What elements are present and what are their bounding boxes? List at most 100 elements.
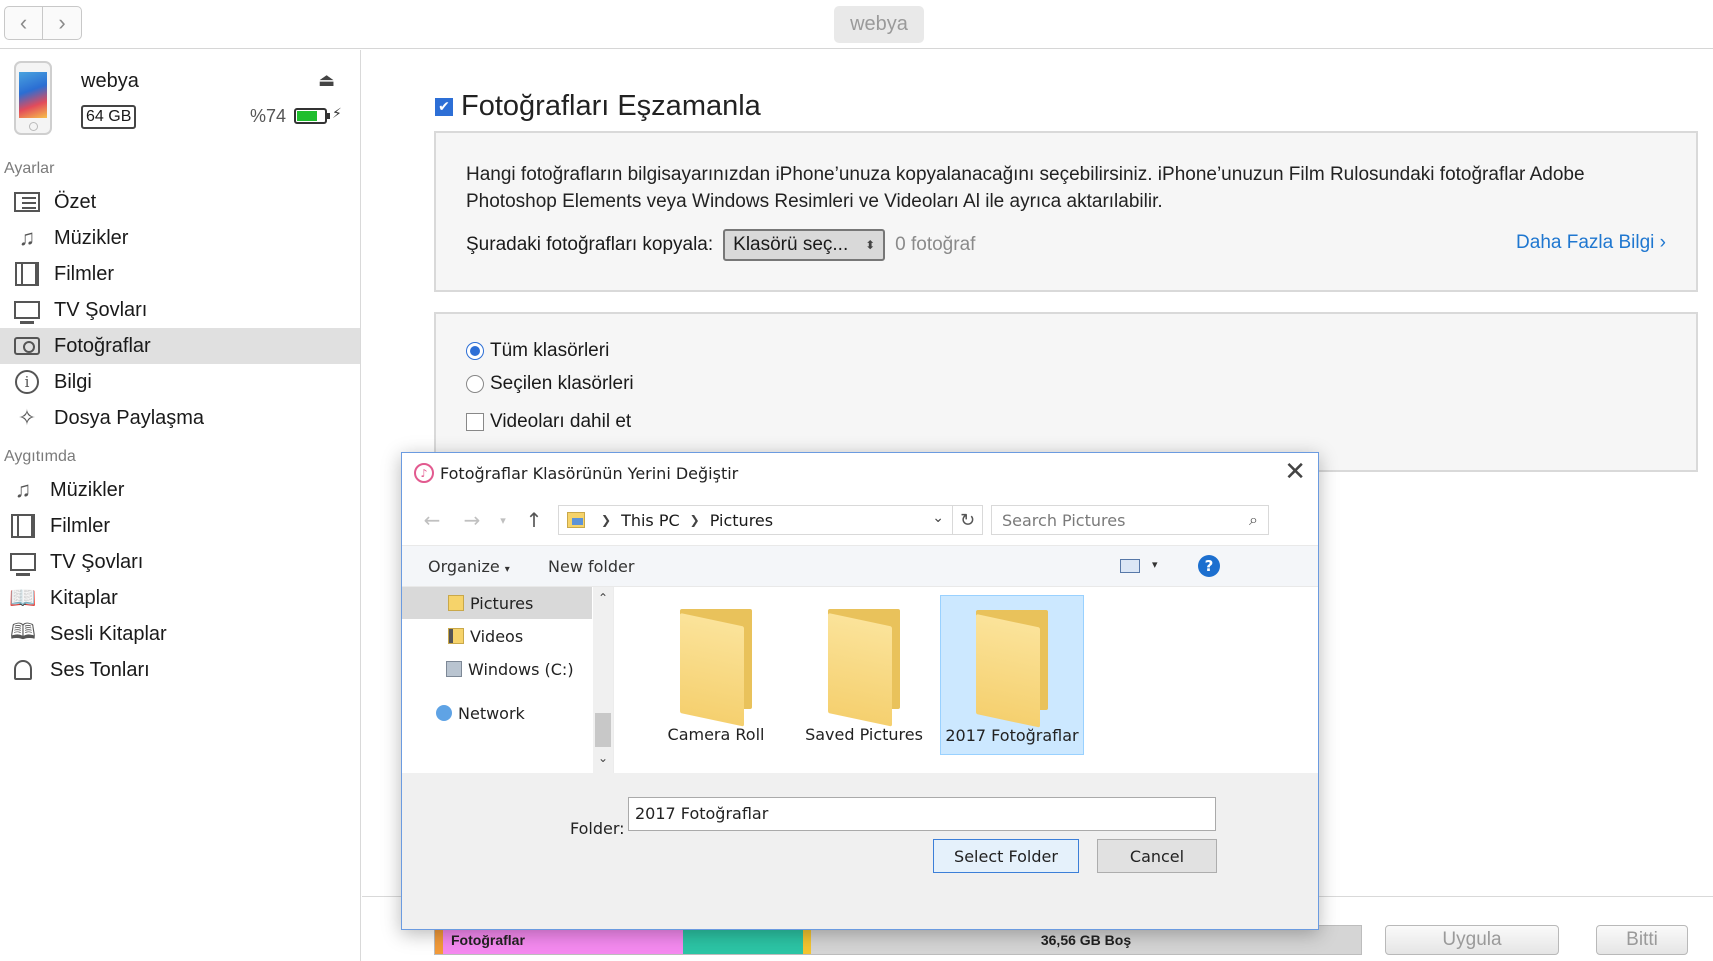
scroll-up-icon[interactable]: ⌃ bbox=[593, 591, 613, 605]
folder-icon bbox=[680, 609, 752, 727]
done-button[interactable]: Bitti bbox=[1596, 925, 1688, 955]
itunes-window: ‹ › webya webya 64 GB ⏏ %74 ⚡ Ayarlar Öz… bbox=[0, 0, 1713, 961]
address-row: ← → ▾ ↑ ❯ This PC ❯ Pictures ⌄ ↻ Search … bbox=[412, 505, 1310, 535]
view-options-icon[interactable] bbox=[1120, 559, 1140, 573]
photo-count: 0 fotoğraf bbox=[895, 234, 976, 255]
all-folders-radio[interactable] bbox=[466, 342, 484, 360]
device-item-tv-shows[interactable]: TV Şovları bbox=[0, 544, 360, 580]
recent-dropdown-icon[interactable]: ▾ bbox=[492, 514, 514, 527]
nav-item-pictures[interactable]: Pictures bbox=[402, 587, 592, 619]
sidebar-item-movies[interactable]: Filmler bbox=[0, 256, 360, 292]
title-bar: ‹ › webya bbox=[0, 0, 1713, 49]
nav-item-network[interactable]: Network bbox=[436, 697, 525, 729]
folder-camera-roll[interactable]: Camera Roll bbox=[644, 595, 788, 755]
battery-icon bbox=[294, 108, 327, 124]
sidebar-item-label: Ses Tonları bbox=[50, 658, 150, 681]
nav-item-videos[interactable]: Videos bbox=[448, 620, 523, 652]
settings-list: Özet ♫ Müzikler Filmler TV Şovları Fotoğr… bbox=[0, 184, 360, 436]
device-item-tones[interactable]: Ses Tonları bbox=[0, 652, 360, 688]
eject-icon[interactable]: ⏏ bbox=[318, 70, 335, 91]
camera-icon bbox=[12, 331, 42, 361]
organize-menu[interactable]: Organize ▾ bbox=[428, 557, 510, 576]
file-list: Camera Roll Saved Pictures 2017 Fotoğraf… bbox=[616, 587, 1316, 773]
on-device-section-label: Aygıtımda bbox=[4, 448, 76, 465]
device-item-audiobooks[interactable]: 🕮 Sesli Kitaplar bbox=[0, 616, 360, 652]
sidebar-item-label: Sesli Kitaplar bbox=[50, 622, 167, 645]
device-pill[interactable]: webya bbox=[834, 6, 924, 43]
sync-description: Hangi fotoğrafların bilgisayarınızdan iP… bbox=[466, 164, 1585, 212]
sidebar-item-music[interactable]: ♫ Müzikler bbox=[0, 220, 360, 256]
info-icon: i bbox=[12, 367, 42, 397]
arrow-up-icon[interactable]: ↑ bbox=[514, 508, 554, 532]
videos-folder-icon bbox=[448, 628, 464, 644]
folder-options-panel: Tüm klasörleri Seçilen klasörleri Videol… bbox=[434, 312, 1698, 472]
sidebar-item-summary[interactable]: Özet bbox=[0, 184, 360, 220]
selected-folders-label: Seçilen klasörleri bbox=[490, 373, 634, 394]
tv-icon bbox=[12, 295, 42, 325]
refresh-icon[interactable]: ↻ bbox=[953, 505, 983, 535]
breadcrumb-this-pc[interactable]: This PC bbox=[621, 511, 680, 530]
folder-name-input[interactable]: 2017 Fotoğraflar bbox=[628, 797, 1216, 831]
dialog-footer: Folder: 2017 Fotoğraflar Select Folder C… bbox=[402, 773, 1318, 929]
scroll-thumb[interactable] bbox=[595, 713, 611, 747]
new-folder-button[interactable]: New folder bbox=[548, 557, 634, 576]
sidebar-item-label: Müzikler bbox=[50, 478, 125, 501]
arrow-left-icon[interactable]: ← bbox=[412, 508, 452, 532]
storage-segment-free: 36,56 GB Boş bbox=[811, 926, 1361, 954]
charging-icon: ⚡ bbox=[332, 105, 342, 121]
device-item-music[interactable]: ♫ Müzikler bbox=[0, 472, 360, 508]
device-name: webya bbox=[81, 70, 139, 92]
chevron-right-icon: › bbox=[58, 10, 66, 35]
sidebar-item-file-sharing[interactable]: ✧ Dosya Paylaşma bbox=[0, 400, 360, 436]
more-info-link[interactable]: Daha Fazla Bilgi › bbox=[1516, 232, 1666, 254]
nav-item-windows-drive[interactable]: Windows (C:) bbox=[446, 653, 574, 685]
folder-select[interactable]: Klasörü seç... ⬍ bbox=[723, 229, 886, 261]
sidebar-item-label: Fotoğraflar bbox=[54, 334, 151, 357]
sidebar-item-label: TV Şovları bbox=[54, 298, 148, 321]
sidebar-item-label: Dosya Paylaşma bbox=[54, 406, 205, 429]
arrow-right-icon[interactable]: → bbox=[452, 508, 492, 532]
apply-button[interactable]: Uygula bbox=[1385, 925, 1559, 955]
sidebar-item-label: Filmler bbox=[50, 514, 110, 537]
device-item-books[interactable]: 📖 Kitaplar bbox=[0, 580, 360, 616]
copy-source-label: Şuradaki fotoğrafları kopyala: bbox=[466, 234, 714, 255]
back-button[interactable]: ‹ bbox=[4, 6, 43, 40]
sync-photos-checkbox[interactable]: ✔ bbox=[435, 97, 453, 116]
itunes-icon: ♪ bbox=[414, 463, 434, 483]
navigation-pane: Pictures Videos Windows (C:) Network ⌃ ⌄ bbox=[402, 587, 614, 773]
bell-icon bbox=[8, 655, 38, 685]
sidebar-item-label: Bilgi bbox=[54, 370, 92, 393]
folder-2017-photos[interactable]: 2017 Fotoğraflar bbox=[940, 595, 1084, 755]
sidebar-item-label: Müzikler bbox=[54, 226, 129, 249]
breadcrumb-pictures[interactable]: Pictures bbox=[710, 511, 773, 530]
all-folders-option[interactable]: Tüm klasörleri bbox=[466, 340, 609, 362]
sidebar-item-info[interactable]: i Bilgi bbox=[0, 364, 360, 400]
close-icon[interactable]: ✕ bbox=[1284, 457, 1306, 487]
include-videos-checkbox[interactable] bbox=[466, 413, 484, 431]
cancel-button[interactable]: Cancel bbox=[1097, 839, 1217, 873]
device-item-movies[interactable]: Filmler bbox=[0, 508, 360, 544]
app-store-icon: ✧ bbox=[17, 405, 37, 430]
selected-folders-radio[interactable] bbox=[466, 375, 484, 393]
help-icon[interactable]: ? bbox=[1198, 555, 1220, 577]
chevron-down-icon[interactable]: ⌄ bbox=[932, 510, 944, 526]
book-icon: 📖 bbox=[9, 585, 37, 610]
select-folder-button[interactable]: Select Folder bbox=[933, 839, 1079, 873]
address-bar[interactable]: ❯ This PC ❯ Pictures ⌄ bbox=[558, 505, 953, 535]
folder-saved-pictures[interactable]: Saved Pictures bbox=[792, 595, 936, 755]
search-input[interactable]: Search Pictures ⌕ bbox=[991, 505, 1269, 535]
storage-segment-other bbox=[435, 926, 443, 954]
sidebar-item-photos[interactable]: Fotoğraflar bbox=[0, 328, 360, 364]
selected-folders-option[interactable]: Seçilen klasörleri bbox=[466, 373, 634, 395]
scroll-down-icon[interactable]: ⌄ bbox=[593, 751, 613, 765]
include-videos-option[interactable]: Videoları dahil et bbox=[466, 411, 631, 433]
view-dropdown-icon[interactable]: ▾ bbox=[1152, 558, 1158, 571]
copy-source-panel: Hangi fotoğrafların bilgisayarınızdan iP… bbox=[434, 131, 1698, 292]
history-nav: ‹ › bbox=[4, 6, 82, 40]
nav-scrollbar[interactable]: ⌃ ⌄ bbox=[593, 587, 613, 773]
sidebar-item-tv-shows[interactable]: TV Şovları bbox=[0, 292, 360, 328]
film-icon bbox=[12, 259, 42, 289]
search-icon: ⌕ bbox=[1249, 510, 1258, 529]
pictures-folder-icon bbox=[448, 595, 464, 611]
forward-button[interactable]: › bbox=[43, 6, 82, 40]
